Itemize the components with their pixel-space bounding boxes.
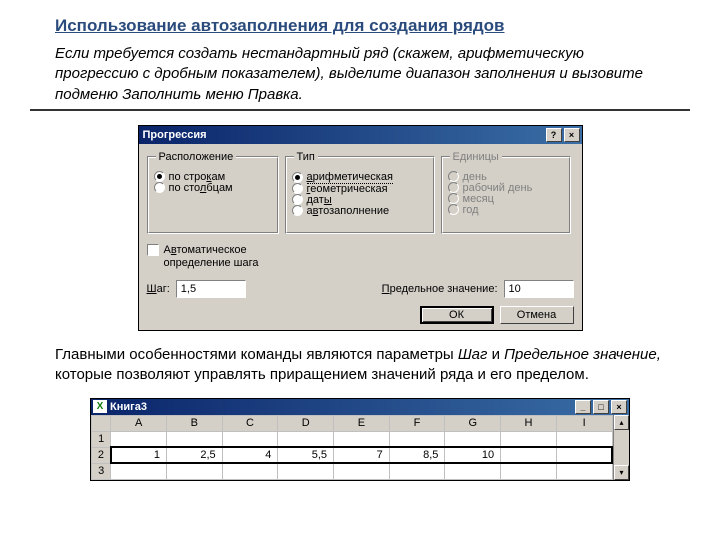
vertical-scrollbar[interactable]: ▴ ▾ [613,415,629,480]
radio-icon [448,171,459,182]
radio-icon [154,171,165,182]
dialog-caption: Прогрессия [143,129,207,141]
step-label: Шаг: [147,283,170,295]
col-header[interactable]: E [334,415,390,431]
dialog-titlebar: Прогрессия ? × [139,126,582,144]
window-close-button[interactable]: × [611,400,627,414]
col-header[interactable]: B [166,415,222,431]
radio-icon [448,204,459,215]
radio-icon [448,193,459,204]
col-header[interactable]: D [278,415,334,431]
col-header[interactable]: F [389,415,445,431]
cell[interactable]: 1 [111,447,167,463]
excel-icon: X [93,400,107,413]
row-header[interactable]: 2 [92,447,111,463]
col-header[interactable]: I [556,415,612,431]
radio-icon [154,182,165,193]
scroll-down-button[interactable]: ▾ [614,465,629,480]
cell[interactable]: 10 [445,447,501,463]
radio-year: год [448,204,564,216]
limit-input[interactable] [504,280,574,298]
radio-icon [292,183,303,194]
radio-icon [448,182,459,193]
description-text: Главными особенностями команды являются … [55,345,670,386]
minimize-button[interactable]: _ [575,400,591,414]
cell[interactable] [501,447,557,463]
group-units-legend: Единицы [450,151,502,163]
row-header[interactable]: 1 [92,431,111,447]
checkbox-icon [147,244,159,256]
col-header[interactable]: H [501,415,557,431]
workbook-title: Книга3 [110,401,147,413]
group-type-legend: Тип [294,151,318,163]
checkbox-autostep[interactable]: Автоматическое определение шага [147,244,279,270]
col-header[interactable]: A [111,415,167,431]
progression-dialog: Прогрессия ? × Расположение по строкам п… [138,125,583,331]
radio-icon [292,194,303,205]
help-button[interactable]: ? [546,128,562,142]
spreadsheet-titlebar: X Книга3 _ □ × [91,399,629,415]
select-all-corner[interactable] [92,415,111,431]
cell[interactable]: 5,5 [278,447,334,463]
cell[interactable] [556,447,612,463]
limit-label: Предельное значение: [382,283,498,295]
cell[interactable]: 4 [222,447,278,463]
radio-by-cols[interactable]: по столбцам [154,182,272,194]
group-layout-legend: Расположение [156,151,237,163]
ok-button[interactable]: ОК [420,306,494,324]
step-input[interactable] [176,280,246,298]
scroll-up-button[interactable]: ▴ [614,415,629,430]
radio-icon [292,205,303,216]
radio-icon [292,172,303,183]
row-header[interactable]: 3 [92,463,111,479]
col-header[interactable]: G [445,415,501,431]
intro-text: Если требуется создать нестандартный ряд… [55,44,670,105]
divider [30,109,690,111]
cancel-button[interactable]: Отмена [500,306,574,324]
cell[interactable]: 2,5 [166,447,222,463]
radio-autofill[interactable]: автозаполнение [292,205,428,217]
spreadsheet-grid[interactable]: A B C D E F G H I 1 2 1 2,5 4 5,5 7 [91,415,613,480]
maximize-button[interactable]: □ [593,400,609,414]
cell[interactable]: 7 [334,447,390,463]
close-button[interactable]: × [564,128,580,142]
cell[interactable]: 8,5 [389,447,445,463]
col-header[interactable]: C [222,415,278,431]
spreadsheet-window: X Книга3 _ □ × A B C D E F G H I 1 [90,398,630,481]
page-title: Использование автозаполнения для создани… [55,16,690,36]
